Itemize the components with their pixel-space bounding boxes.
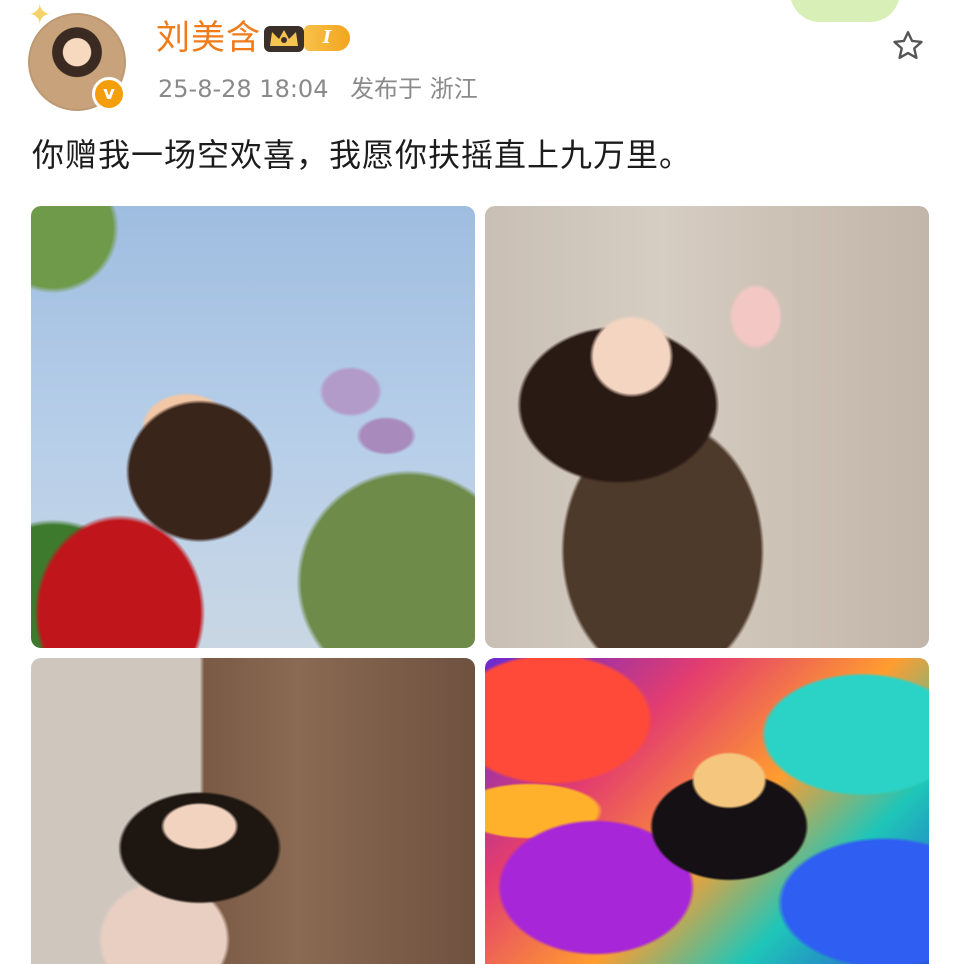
favorite-button[interactable] bbox=[888, 26, 928, 66]
vip-level-badge[interactable]: I bbox=[262, 22, 352, 54]
author-name[interactable]: 刘美含 bbox=[156, 16, 261, 60]
verified-badge-icon: v bbox=[92, 77, 126, 111]
sparkle-icon: ✦ bbox=[28, 0, 52, 31]
top-sticker-decoration bbox=[790, 0, 900, 22]
photo-2[interactable] bbox=[485, 206, 929, 648]
post-location: 发布于 浙江 bbox=[350, 75, 478, 103]
crown-icon bbox=[264, 26, 304, 52]
photo-3[interactable] bbox=[31, 658, 475, 964]
star-icon bbox=[893, 31, 923, 60]
post-meta: 25-8-28 18:04 发布于 浙江 bbox=[158, 72, 492, 106]
post-datetime: 25-8-28 18:04 bbox=[158, 75, 329, 103]
vip-level-label: I bbox=[304, 25, 350, 51]
post-text: 你赠我一场空欢喜，我愿你扶摇直上九万里。 bbox=[32, 136, 693, 174]
photo-4[interactable] bbox=[485, 658, 929, 964]
photo-1[interactable] bbox=[31, 206, 475, 648]
